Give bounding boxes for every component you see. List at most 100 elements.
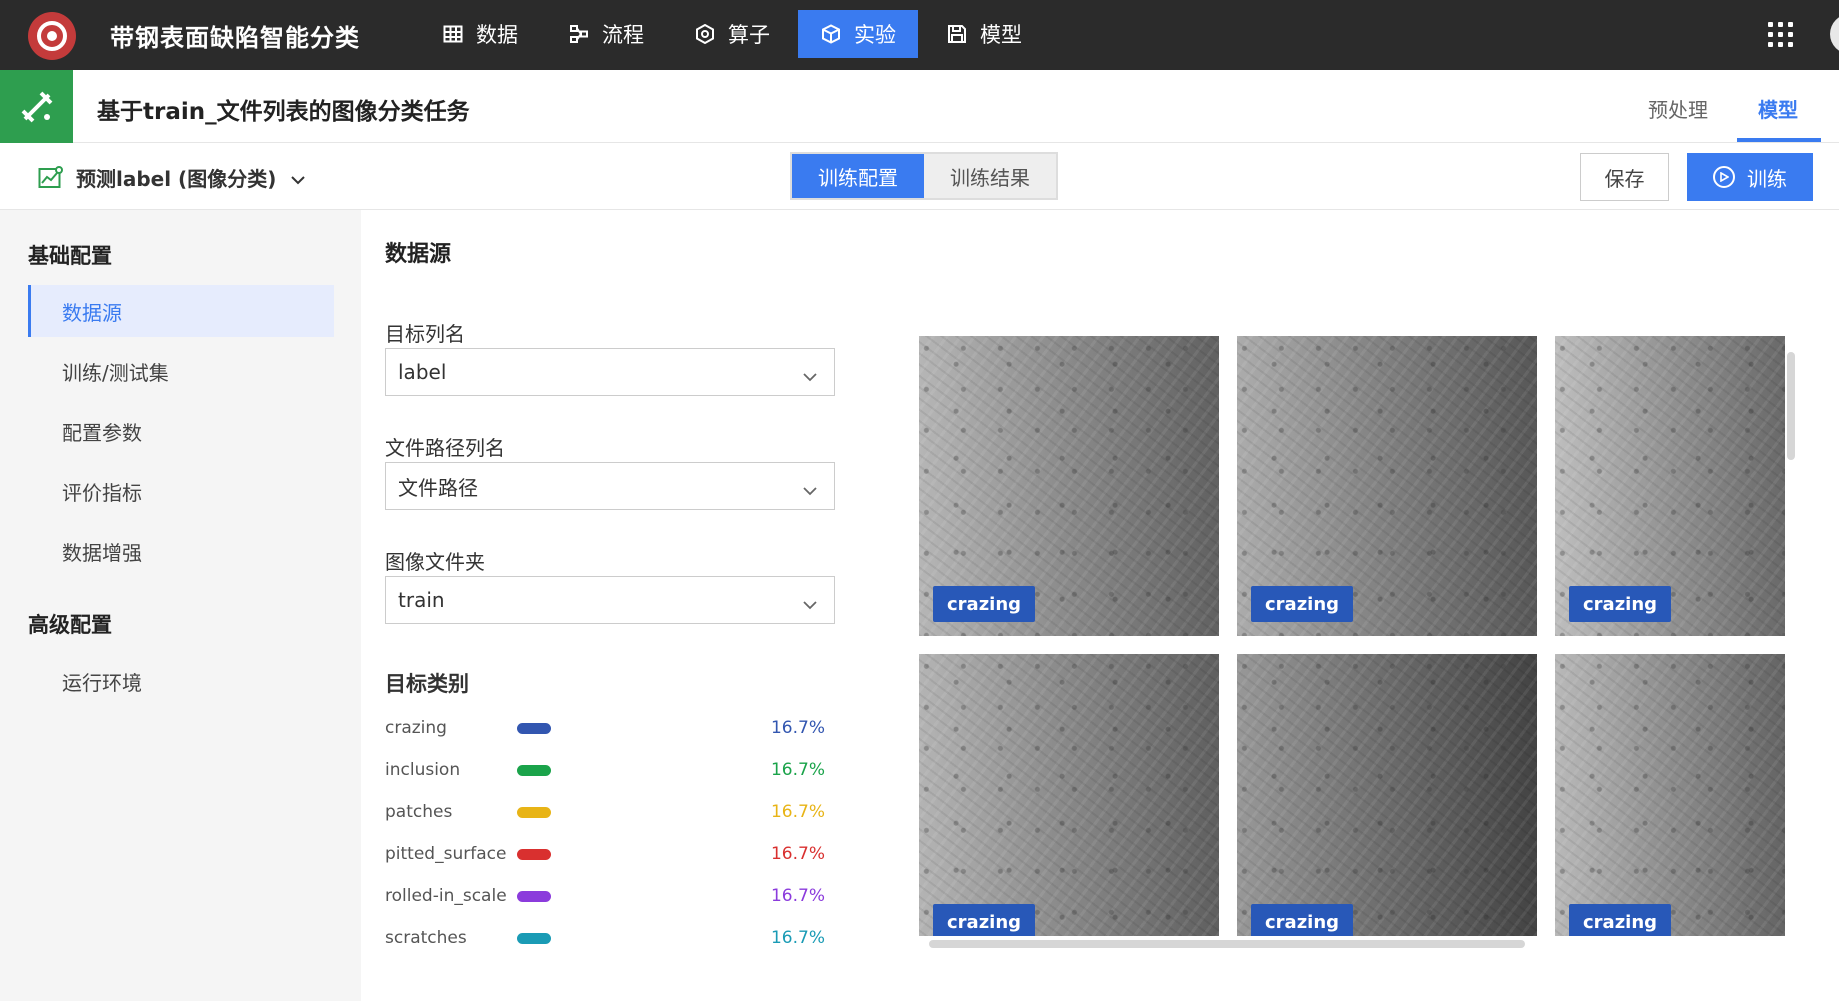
nav-item-label: 算子 bbox=[728, 23, 770, 47]
sidebar-item-runtime[interactable]: 运行环境 bbox=[28, 655, 334, 707]
gallery-image[interactable]: crazing bbox=[1555, 336, 1785, 636]
category-row: crazing 16.7% bbox=[385, 713, 825, 743]
category-percent: 16.7% bbox=[770, 802, 825, 822]
sidebar-item-metrics[interactable]: 评价指标 bbox=[28, 465, 334, 517]
gallery-image[interactable]: crazing bbox=[1237, 654, 1537, 936]
category-percent: 16.7% bbox=[770, 886, 825, 906]
image-folder-select[interactable]: train bbox=[385, 576, 835, 624]
app-title: 带钢表面缺陷智能分类 bbox=[110, 24, 360, 52]
top-navigation-bar: 带钢表面缺陷智能分类 数据 流程 算子 实验 模型 bbox=[0, 0, 1839, 70]
gallery-image[interactable]: crazing bbox=[919, 654, 1219, 936]
predict-label-text: 预测label (图像分类) bbox=[76, 167, 277, 191]
nav-item-model[interactable]: 模型 bbox=[924, 10, 1044, 58]
chevron-down-icon bbox=[290, 166, 306, 190]
image-class-tag: crazing bbox=[933, 904, 1036, 936]
category-color-swatch bbox=[517, 848, 551, 860]
tools-icon bbox=[0, 70, 73, 143]
train-button[interactable]: 训练 bbox=[1687, 153, 1813, 201]
target-column-select[interactable]: label bbox=[385, 348, 835, 396]
nav-item-operator[interactable]: 算子 bbox=[672, 10, 792, 58]
nav-item-label: 实验 bbox=[854, 23, 896, 47]
image-folder-label: 图像文件夹 bbox=[385, 550, 485, 574]
sidebar: 基础配置 数据源 训练/测试集 配置参数 评价指标 数据增强 高级配置 运行环境 bbox=[0, 210, 361, 1001]
category-row: scratches 16.7% bbox=[385, 923, 825, 953]
main-nav: 数据 流程 算子 实验 模型 bbox=[420, 10, 1050, 58]
predict-label-dropdown[interactable]: 预测label (图像分类) bbox=[38, 163, 306, 192]
category-row: inclusion 16.7% bbox=[385, 755, 825, 785]
image-class-tag: crazing bbox=[1569, 904, 1672, 936]
target-categories-title: 目标类别 bbox=[385, 672, 469, 696]
category-color-swatch bbox=[517, 932, 551, 944]
tab-train-config[interactable]: 训练配置 bbox=[792, 154, 924, 198]
toolbar: 预测label (图像分类) 训练配置 训练结果 保存 训练 bbox=[0, 143, 1839, 210]
gallery-vertical-scrollbar[interactable] bbox=[1787, 342, 1795, 934]
save-button[interactable]: 保存 bbox=[1580, 153, 1669, 201]
section-title: 数据源 bbox=[385, 242, 452, 267]
category-name: inclusion bbox=[385, 760, 461, 780]
filepath-column-label: 文件路径列名 bbox=[385, 436, 505, 460]
nav-item-label: 模型 bbox=[980, 23, 1022, 47]
operator-icon bbox=[694, 23, 716, 45]
gallery-image[interactable]: crazing bbox=[1237, 336, 1537, 636]
image-gallery: crazing crazing crazing crazing crazing crazi… bbox=[919, 336, 1799, 936]
chevron-down-icon bbox=[802, 363, 818, 387]
image-class-tag: crazing bbox=[1251, 586, 1354, 622]
sidebar-item-params[interactable]: 配置参数 bbox=[28, 405, 334, 457]
category-row: rolled-in_scale 16.7% bbox=[385, 881, 825, 911]
sidebar-section-basic: 基础配置 bbox=[28, 244, 112, 268]
gallery-horizontal-scrollbar[interactable] bbox=[919, 938, 1799, 948]
category-row: patches 16.7% bbox=[385, 797, 825, 827]
task-header: 基于train_文件列表的图像分类任务 预处理 模型 bbox=[0, 70, 1839, 143]
nav-item-flow[interactable]: 流程 bbox=[546, 10, 666, 58]
category-percent: 16.7% bbox=[770, 928, 825, 948]
task-title: 基于train_文件列表的图像分类任务 bbox=[97, 99, 470, 125]
category-name: patches bbox=[385, 802, 453, 822]
filepath-column-value: 文件路径 bbox=[398, 475, 478, 500]
nav-item-experiment[interactable]: 实验 bbox=[798, 10, 918, 58]
app-grid-icon[interactable] bbox=[1768, 22, 1794, 48]
category-name: scratches bbox=[385, 928, 467, 948]
category-color-swatch bbox=[517, 890, 551, 902]
sidebar-item-datasource[interactable]: 数据源 bbox=[28, 285, 334, 337]
target-column-label: 目标列名 bbox=[385, 322, 465, 346]
category-name: crazing bbox=[385, 718, 447, 738]
image-chart-icon bbox=[38, 165, 64, 190]
tab-preprocess[interactable]: 预处理 bbox=[1648, 94, 1708, 123]
tab-model[interactable]: 模型 bbox=[1758, 94, 1798, 123]
sidebar-item-train-test[interactable]: 训练/测试集 bbox=[28, 345, 334, 397]
target-column-value: label bbox=[398, 360, 447, 384]
category-name: rolled-in_scale bbox=[385, 886, 507, 906]
category-percent: 16.7% bbox=[770, 718, 825, 738]
active-tab-indicator bbox=[1737, 138, 1821, 142]
image-class-tag: crazing bbox=[933, 586, 1036, 622]
app-logo-icon[interactable] bbox=[28, 12, 76, 60]
gallery-image[interactable]: crazing bbox=[919, 336, 1219, 636]
category-color-swatch bbox=[517, 806, 551, 818]
train-button-label: 训练 bbox=[1747, 166, 1787, 191]
flow-icon bbox=[568, 23, 590, 45]
sidebar-item-augmentation[interactable]: 数据增强 bbox=[28, 525, 334, 577]
image-class-tag: crazing bbox=[1569, 586, 1672, 622]
image-folder-value: train bbox=[398, 588, 445, 612]
avatar[interactable] bbox=[1830, 14, 1839, 54]
category-row: pitted_surface 16.7% bbox=[385, 839, 825, 869]
category-percent: 16.7% bbox=[770, 760, 825, 780]
filepath-column-select[interactable]: 文件路径 bbox=[385, 462, 835, 510]
category-name: pitted_surface bbox=[385, 844, 507, 864]
category-color-swatch bbox=[517, 722, 551, 734]
category-color-swatch bbox=[517, 764, 551, 776]
cube-icon bbox=[820, 23, 842, 45]
nav-item-label: 流程 bbox=[602, 23, 644, 47]
play-icon bbox=[1713, 166, 1735, 188]
table-icon bbox=[442, 23, 464, 45]
chevron-down-icon bbox=[802, 591, 818, 615]
nav-item-data[interactable]: 数据 bbox=[420, 10, 540, 58]
config-result-switch: 训练配置 训练结果 bbox=[790, 152, 1058, 200]
image-class-tag: crazing bbox=[1251, 904, 1354, 936]
tab-train-result[interactable]: 训练结果 bbox=[924, 154, 1056, 198]
category-percent: 16.7% bbox=[770, 844, 825, 864]
main-content: 数据源 目标列名 label 文件路径列名 文件路径 图像文件夹 train 目… bbox=[361, 210, 1839, 1001]
sidebar-section-advanced: 高级配置 bbox=[28, 613, 112, 637]
gallery-image[interactable]: crazing bbox=[1555, 654, 1785, 936]
chevron-down-icon bbox=[802, 477, 818, 501]
